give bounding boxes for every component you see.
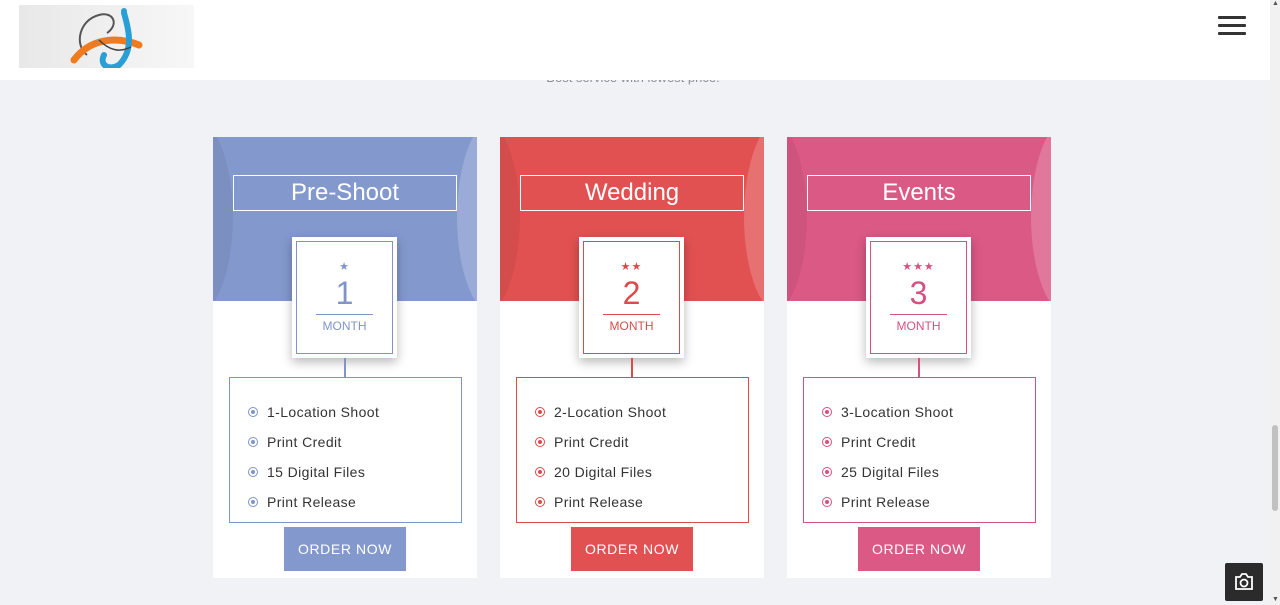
feature-label: Print Release [841,494,931,510]
feature-label: Print Release [267,494,357,510]
plan-title: Pre-Shoot [233,175,457,211]
bullet-icon [248,407,258,417]
feature-label: Print Credit [841,434,916,450]
feature-item: Print Release [804,487,1035,517]
order-now-button[interactable]: ORDER NOW [858,527,980,571]
scrollbar-thumb[interactable] [1272,425,1278,511]
feature-label: 25 Digital Files [841,464,940,480]
bullet-icon [248,497,258,507]
star-rating-icon: ★★★ [902,261,935,273]
feature-label: Print Release [554,494,644,510]
bullet-icon [822,497,832,507]
scroll-up-icon[interactable]: ▲ [1272,0,1279,8]
star-rating-icon: ★ [339,261,350,273]
bullet-icon [248,467,258,477]
feature-item: 15 Digital Files [230,457,461,487]
plan-title: Events [807,175,1031,211]
bullet-icon [535,407,545,417]
feature-item: Print Credit [230,427,461,457]
order-now-button[interactable]: ORDER NOW [284,527,406,571]
hamburger-menu-icon[interactable] [1218,16,1246,36]
duration-number: 1 [335,275,354,311]
feature-label: 3-Location Shoot [841,404,954,420]
duration-unit: MONTH [609,319,654,333]
star-rating-icon: ★★ [620,261,643,273]
pricing-card-events: Events ★★★ 3 MONTH 3-Location Shoot Prin… [787,137,1051,578]
bullet-icon [248,437,258,447]
duration-badge: ★ 1 MONTH [292,237,397,358]
camera-icon[interactable] [1225,563,1263,601]
order-now-button[interactable]: ORDER NOW [571,527,693,571]
bullet-icon [822,437,832,447]
feature-item: 20 Digital Files [517,457,748,487]
feature-list: 2-Location Shoot Print Credit 20 Digital… [516,377,749,523]
feature-item: 2-Location Shoot [517,397,748,427]
feature-item: Print Credit [517,427,748,457]
feature-label: 2-Location Shoot [554,404,667,420]
logo-mark-icon [70,8,143,68]
scroll-down-icon[interactable]: ▼ [1272,596,1279,604]
feature-label: 20 Digital Files [554,464,653,480]
duration-badge: ★★★ 3 MONTH [866,237,971,358]
connector-line [918,358,920,378]
site-header [0,0,1270,80]
duration-number: 2 [622,275,641,311]
bullet-icon [535,497,545,507]
plan-title: Wedding [520,175,744,211]
feature-item: 25 Digital Files [804,457,1035,487]
bullet-icon [535,467,545,477]
feature-item: 1-Location Shoot [230,397,461,427]
feature-item: Print Credit [804,427,1035,457]
bullet-icon [535,437,545,447]
feature-label: Print Credit [267,434,342,450]
pricing-card-wedding: Wedding ★★ 2 MONTH 2-Location Shoot Prin… [500,137,764,578]
feature-label: 1-Location Shoot [267,404,380,420]
site-logo[interactable] [19,5,194,68]
page-scrollbar[interactable]: ▲ ▼ [1270,0,1280,605]
feature-label: 15 Digital Files [267,464,366,480]
duration-badge: ★★ 2 MONTH [579,237,684,358]
feature-list: 1-Location Shoot Print Credit 15 Digital… [229,377,462,523]
feature-item: Print Release [517,487,748,517]
feature-item: Print Release [230,487,461,517]
duration-unit: MONTH [322,319,367,333]
feature-item: 3-Location Shoot [804,397,1035,427]
bullet-icon [822,407,832,417]
bullet-icon [822,467,832,477]
duration-number: 3 [909,275,928,311]
connector-line [631,358,633,378]
duration-unit: MONTH [896,319,941,333]
feature-label: Print Credit [554,434,629,450]
pricing-card-pre-shoot: Pre-Shoot ★ 1 MONTH 1-Location Shoot Pri… [213,137,477,578]
connector-line [344,358,346,378]
feature-list: 3-Location Shoot Print Credit 25 Digital… [803,377,1036,523]
